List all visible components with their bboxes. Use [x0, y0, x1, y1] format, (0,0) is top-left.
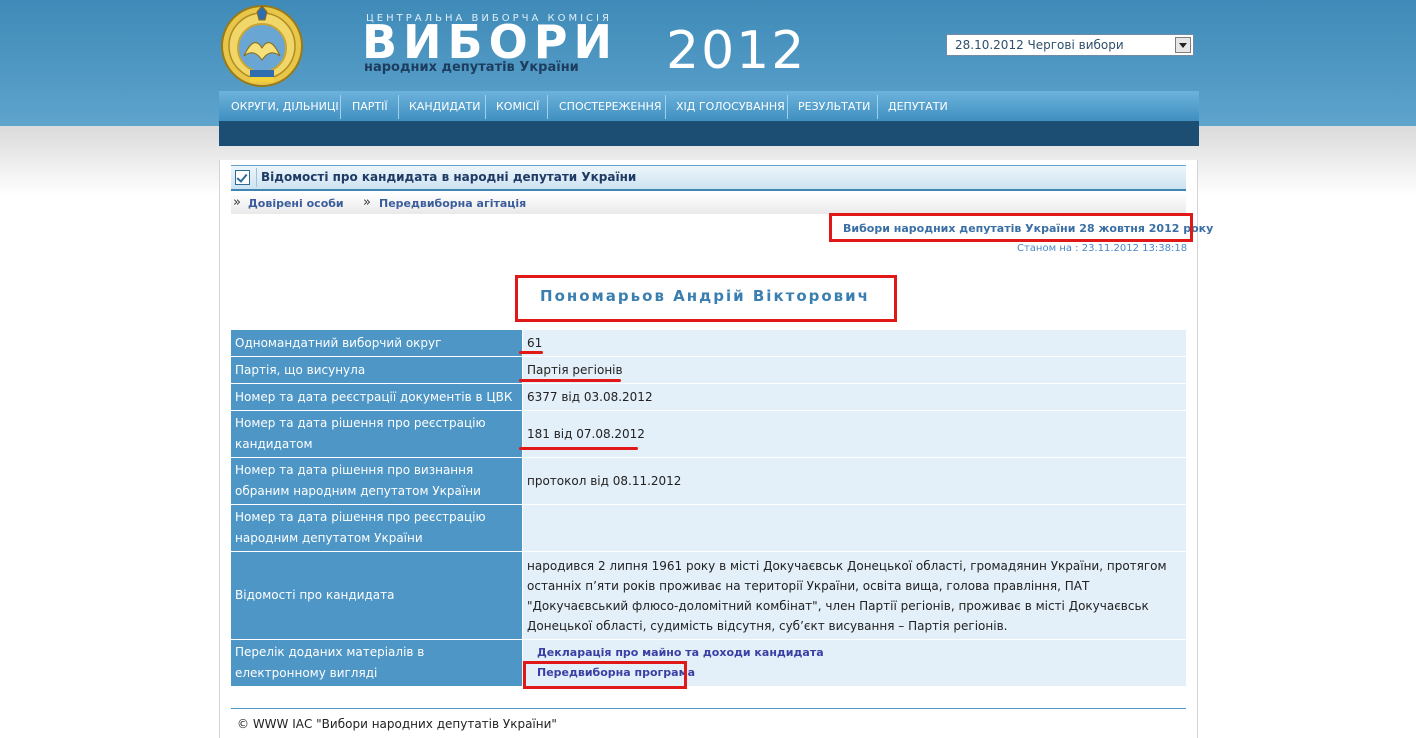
nav-item-candidates[interactable]: КАНДИДАТИ [409, 91, 481, 121]
sublinks-bar: » Довірені особи » Передвиборна агітація [231, 193, 1186, 214]
nav-item-parties[interactable]: ПАРТІЇ [352, 91, 388, 121]
highlight-box-name [515, 275, 897, 322]
link-trusted-persons[interactable]: Довірені особи [248, 197, 344, 210]
link-campaigning[interactable]: Передвиборна агітація [379, 197, 526, 210]
bullet-icon: » [233, 195, 241, 210]
row-label-district: Одномандатний виборчий округ [231, 330, 523, 357]
section-title: Відомості про кандидата в народні депута… [261, 170, 637, 184]
bullet-icon: » [363, 195, 371, 210]
header-year: 2012 [666, 21, 807, 81]
footer-copyright: © WWW ІАС "Вибори народних депутатів Укр… [237, 717, 557, 731]
nav-item-observation[interactable]: СПОСТЕРЕЖЕННЯ [559, 91, 662, 121]
nav-item-voting-progress[interactable]: ХІД ГОЛОСУВАННЯ [676, 91, 785, 121]
cvk-emblem-icon[interactable] [220, 4, 304, 88]
table-row: Номер та дата рішення про реєстрацію нар… [231, 505, 1186, 552]
table-row: Номер та дата реєстрації документів в ЦВ… [231, 384, 1186, 411]
header-subtitle: народних депутатів України [364, 60, 579, 75]
link-declaration[interactable]: Декларація про майно та доходи кандидата [537, 643, 1182, 663]
nav-item-commissions[interactable]: КОМІСІЇ [496, 91, 539, 121]
row-label-elected-decision: Номер та дата рішення про визнання обран… [231, 458, 523, 505]
nav-separator [665, 95, 666, 119]
section-titlebar: Відомості про кандидата в народні депута… [231, 165, 1186, 191]
table-row: Номер та дата рішення про реєстрацію кан… [231, 411, 1186, 458]
timestamp: Станом на : 23.11.2012 13:38:18 [1017, 243, 1188, 254]
row-label-registration-docs: Номер та дата реєстрації документів в ЦВ… [231, 384, 523, 411]
nav-item-districts[interactable]: ОКРУГИ, ДІЛЬНИЦІ [231, 91, 339, 121]
nav-item-deputies[interactable]: ДЕПУТАТИ [888, 91, 948, 121]
table-row: Відомості про кандидата народився 2 липн… [231, 552, 1186, 640]
titlebar-divider [256, 168, 257, 187]
chevron-down-icon[interactable] [1175, 37, 1191, 53]
row-value-party: Партія регіонів [523, 357, 1186, 384]
candidate-info-table: Одномандатний виборчий округ 61 Партія, … [231, 330, 1186, 687]
row-label-materials: Перелік доданих матеріалів в електронном… [231, 640, 523, 687]
nav-separator [340, 95, 341, 119]
nav-item-results[interactable]: РЕЗУЛЬТАТИ [798, 91, 870, 121]
main-nav: ОКРУГИ, ДІЛЬНИЦІ ПАРТІЇ КАНДИДАТИ КОМІСІ… [219, 91, 1199, 121]
row-value-registration-decision: 181 від 07.08.2012 [523, 411, 1186, 458]
row-value-deputy-registration [523, 505, 1186, 552]
nav-separator [398, 95, 399, 119]
election-select[interactable]: 28.10.2012 Чергові вибори [946, 34, 1194, 56]
checkbox-icon [235, 170, 250, 185]
row-label-registration-decision: Номер та дата рішення про реєстрацію кан… [231, 411, 523, 458]
sub-nav-bar [219, 121, 1199, 146]
row-label-party: Партія, що висунула [231, 357, 523, 384]
underline-party [519, 379, 621, 382]
table-row: Перелік доданих матеріалів в електронном… [231, 640, 1186, 687]
underline-registration [519, 447, 638, 450]
footer: © WWW ІАС "Вибори народних депутатів Укр… [231, 708, 1186, 738]
highlight-box-program [523, 661, 687, 689]
row-label-candidate-info: Відомості про кандидата [231, 552, 523, 640]
table-row: Одномандатний виборчий округ 61 [231, 330, 1186, 357]
underline-district [519, 351, 543, 354]
highlight-box-election [829, 213, 1193, 242]
nav-separator [877, 95, 878, 119]
nav-separator [485, 95, 486, 119]
row-label-deputy-registration: Номер та дата рішення про реєстрацію нар… [231, 505, 523, 552]
row-value-candidate-info: народився 2 липня 1961 року в місті Доку… [523, 552, 1186, 640]
nav-separator [787, 95, 788, 119]
row-value-registration-docs: 6377 від 03.08.2012 [523, 384, 1186, 411]
row-value-district: 61 [523, 330, 1186, 357]
table-row: Номер та дата рішення про визнання обран… [231, 458, 1186, 505]
table-row: Партія, що висунула Партія регіонів [231, 357, 1186, 384]
nav-separator [547, 95, 548, 119]
row-value-elected-decision: протокол від 08.11.2012 [523, 458, 1186, 505]
election-select-value: 28.10.2012 Чергові вибори [955, 38, 1124, 52]
